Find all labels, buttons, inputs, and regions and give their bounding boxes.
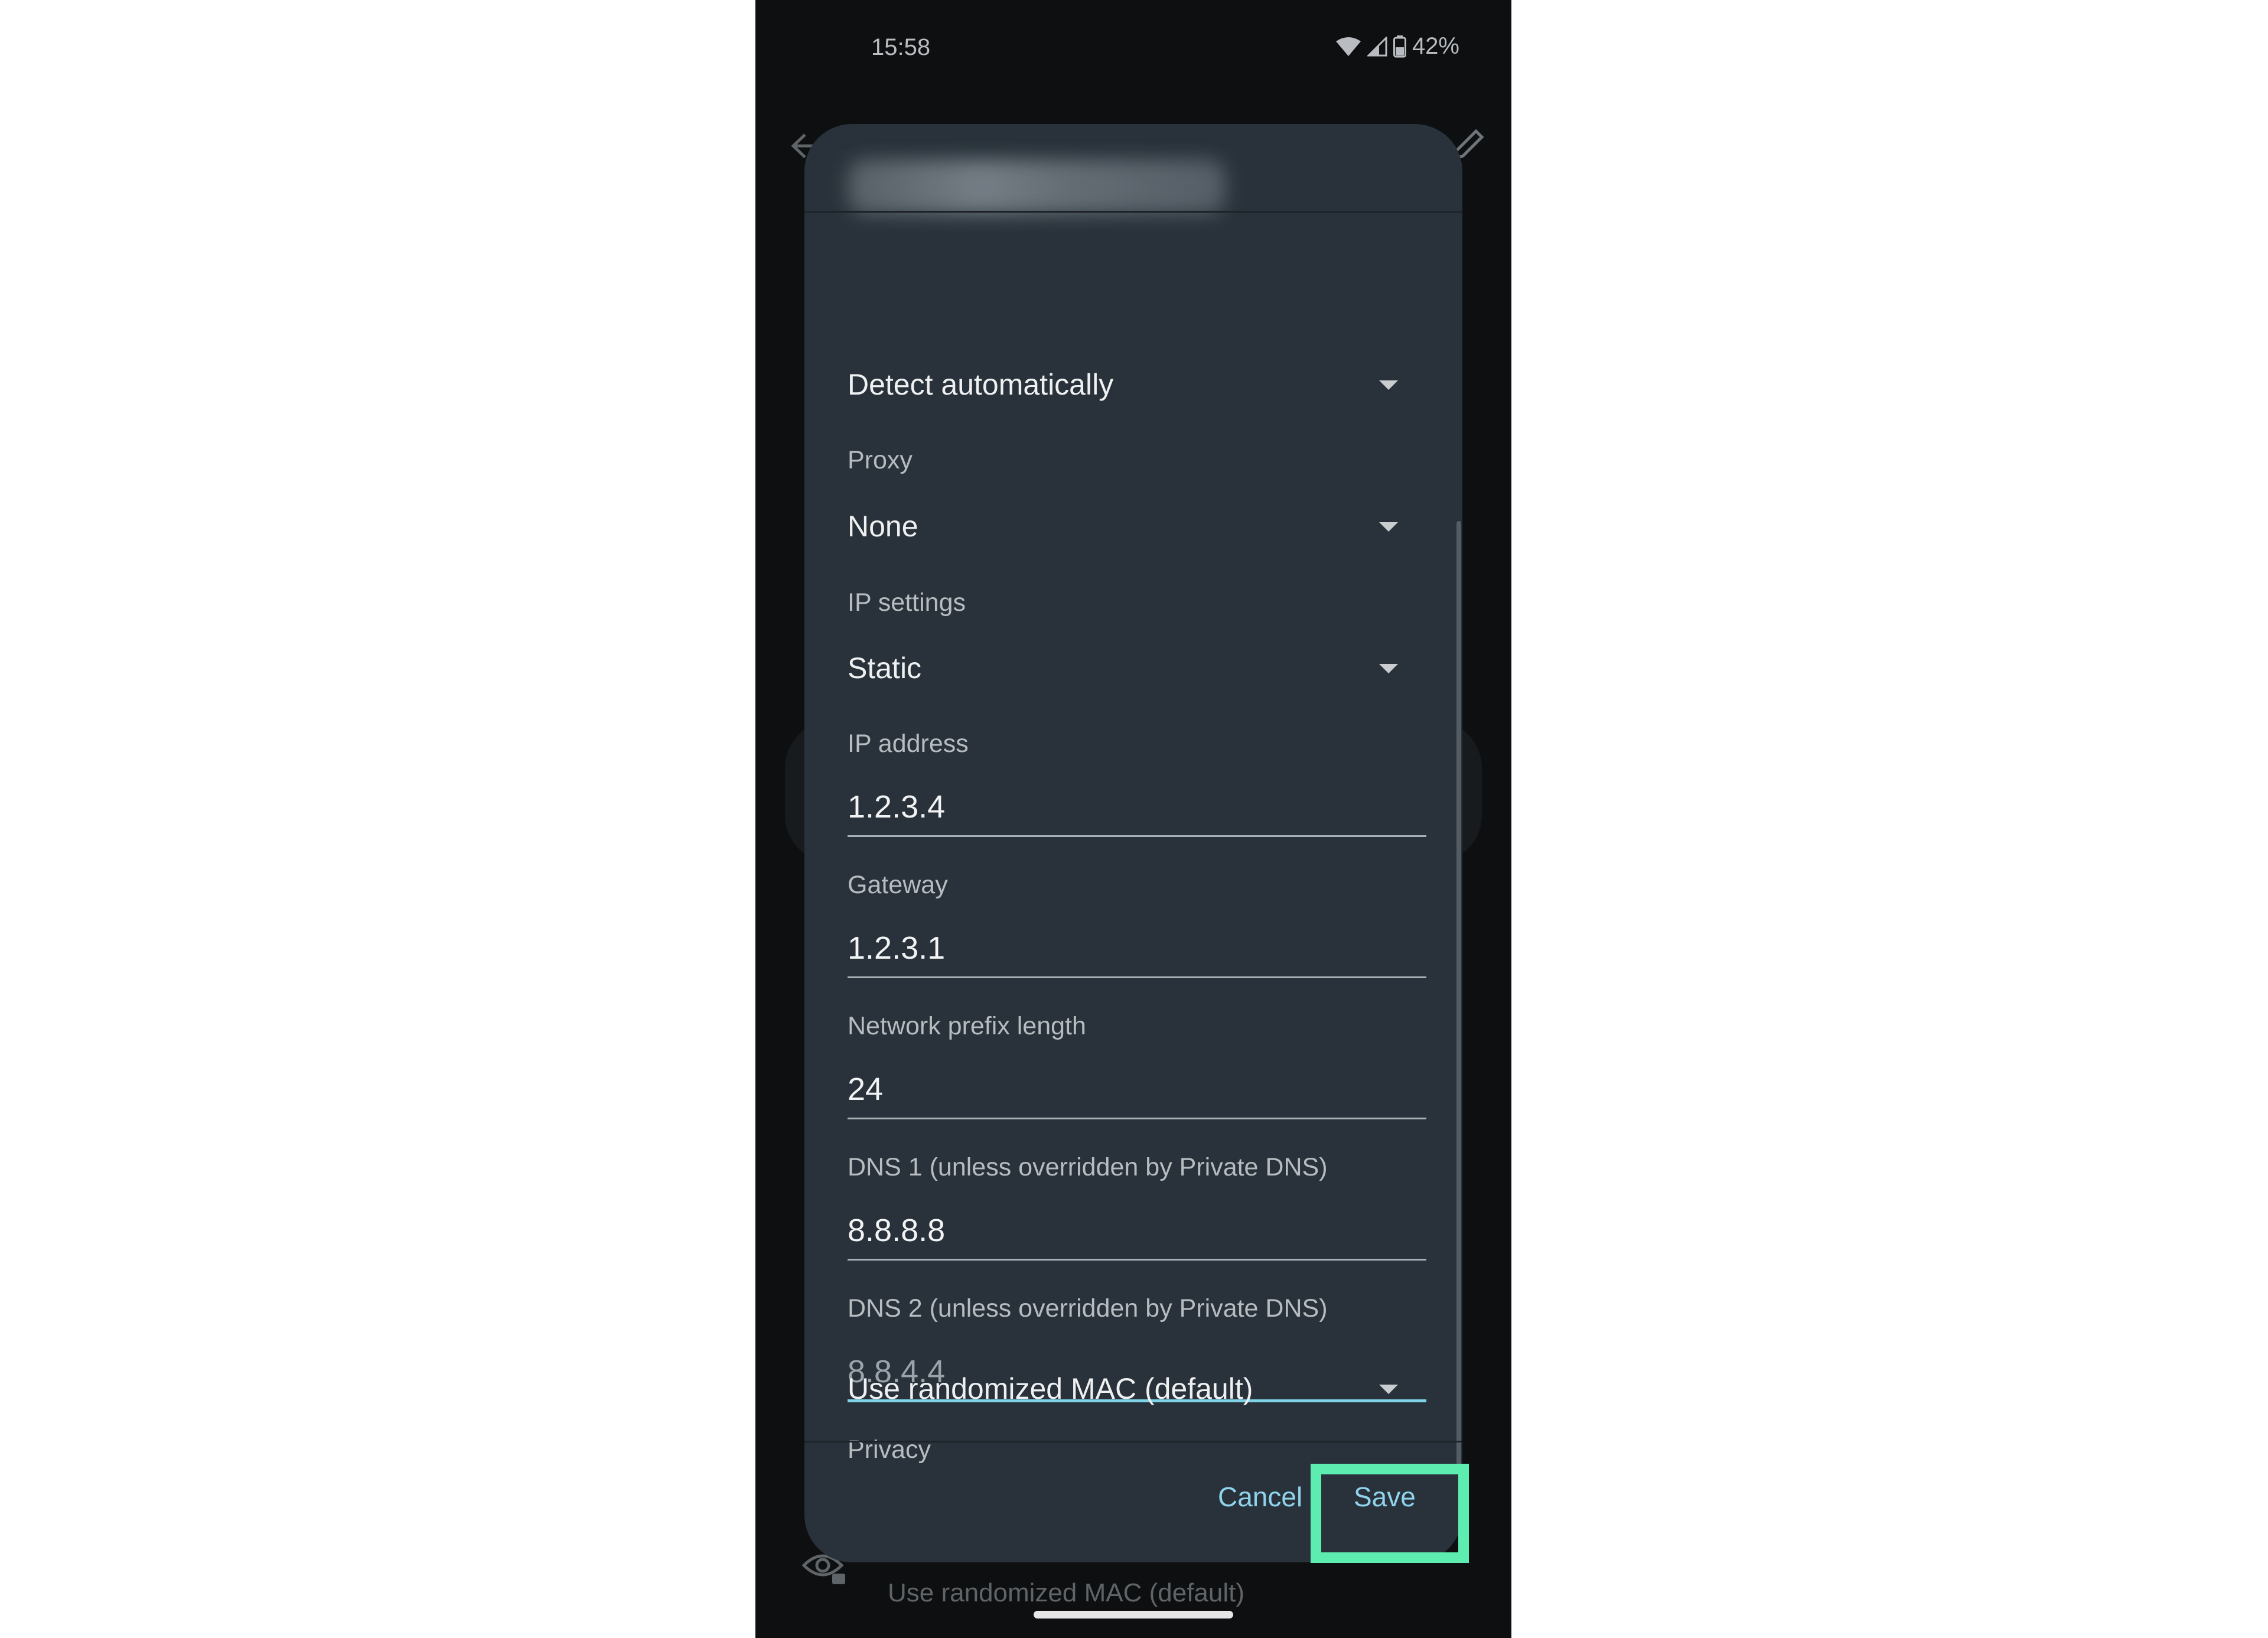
phone-screen: 15:58 42% Use randomized MAC (default) D… <box>755 0 1511 1638</box>
dns1-label: DNS 1 (unless overridden by Private DNS) <box>848 1153 1328 1181</box>
scrollbar[interactable] <box>1456 521 1461 1465</box>
dialog-title-blurred <box>848 159 1226 214</box>
battery-icon <box>1393 35 1406 58</box>
dns1-input[interactable] <box>848 1202 1426 1259</box>
battery-percent: 42% <box>1412 33 1459 59</box>
ip-address-label: IP address <box>848 730 969 758</box>
dns1-field[interactable] <box>848 1202 1426 1267</box>
dns2-label: DNS 2 (unless overridden by Private DNS) <box>848 1294 1328 1323</box>
dns1-underline <box>848 1259 1426 1261</box>
prefix-length-input[interactable] <box>848 1061 1426 1118</box>
wifi-icon <box>1335 37 1361 57</box>
proxy-label: Proxy <box>848 446 913 474</box>
proxy-value: None <box>848 510 918 543</box>
status-time: 15:58 <box>871 34 931 60</box>
gateway-label: Gateway <box>848 871 948 899</box>
ip-settings-label: IP settings <box>848 588 966 617</box>
cancel-button[interactable]: Cancel <box>1218 1481 1302 1513</box>
privacy-value: Use randomized MAC (default) <box>848 1372 1253 1405</box>
dropdown-arrow-icon <box>1379 522 1398 532</box>
prefix-length-field[interactable] <box>848 1061 1426 1126</box>
actions-divider <box>804 1441 1462 1442</box>
dropdown-arrow-icon <box>1379 664 1398 673</box>
dialog-scroll-area[interactable]: Detect automatically Proxy None IP setti… <box>804 213 1462 1464</box>
ip-address-underline <box>848 835 1426 837</box>
privacy-dropdown[interactable]: Use randomized MAC (default) <box>848 1372 1438 1431</box>
proxy-dropdown[interactable]: None <box>848 509 1438 568</box>
gateway-field[interactable] <box>848 920 1426 985</box>
ip-address-field[interactable] <box>848 779 1426 844</box>
background-privacy-value: Use randomized MAC (default) <box>888 1578 1245 1607</box>
prefix-length-underline <box>848 1118 1426 1119</box>
dropdown-arrow-icon <box>1379 1385 1398 1394</box>
ip-settings-dropdown[interactable]: Static <box>848 651 1438 710</box>
network-dialog: Detect automatically Proxy None IP setti… <box>804 124 1462 1562</box>
gateway-underline <box>848 976 1426 978</box>
ip-address-input[interactable] <box>848 779 1426 835</box>
dropdown-arrow-icon <box>1379 380 1398 390</box>
proxy-autoconfig-value: Detect automatically <box>848 368 1114 401</box>
status-icons: 42% <box>1335 33 1459 60</box>
proxy-autoconfig-dropdown[interactable]: Detect automatically <box>848 367 1438 426</box>
gateway-input[interactable] <box>848 920 1426 976</box>
cell-signal-icon <box>1367 36 1387 57</box>
save-button[interactable]: Save <box>1354 1481 1416 1513</box>
privacy-label: Privacy <box>848 1435 931 1464</box>
navigation-handle[interactable] <box>1034 1611 1233 1619</box>
ip-settings-value: Static <box>848 652 922 685</box>
prefix-length-label: Network prefix length <box>848 1012 1086 1040</box>
